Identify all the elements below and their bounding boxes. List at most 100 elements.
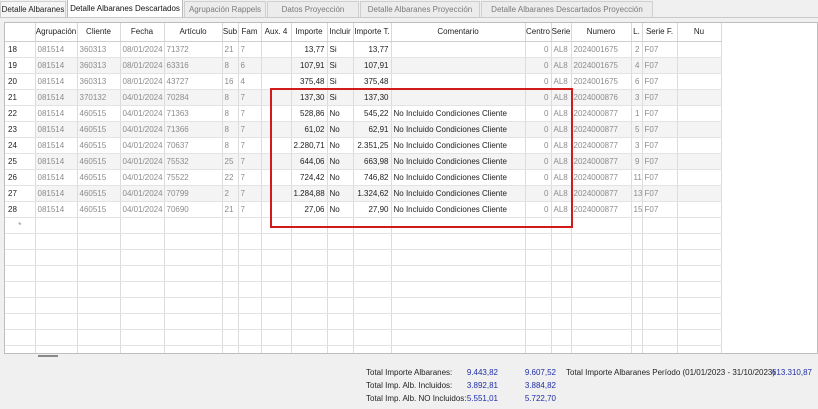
cell-art[interactable]: 70637: [164, 137, 223, 154]
table-row[interactable]: 23 081514 460515 04/01/2024 71366 8 7 61,02 No 62…: [5, 121, 722, 138]
column-header-10[interactable]: Importe T.: [353, 23, 392, 42]
cell-impt[interactable]: 545,22: [353, 105, 392, 122]
cell-com[interactable]: No Incluido Condiciones Cliente: [391, 185, 526, 202]
cell-sub[interactable]: 25: [222, 153, 239, 170]
table-row[interactable]: 21 081514 370132 04/01/2024 70284 8 7 137,30 Si 1…: [5, 89, 722, 106]
cell-impt[interactable]: 663,98: [353, 153, 392, 170]
table-row[interactable]: 24 081514 460515 04/01/2024 70637 8 7 2.280,71 N…: [5, 137, 722, 154]
cell-sub[interactable]: 8: [222, 137, 239, 154]
column-header-13[interactable]: Serie: [551, 23, 572, 42]
cell-fam[interactable]: 7: [238, 137, 262, 154]
cell-aux[interactable]: [261, 105, 292, 122]
cell-com[interactable]: [391, 41, 526, 58]
cell-sub[interactable]: 8: [222, 57, 239, 74]
cell-art[interactable]: 70690: [164, 201, 223, 218]
cell-inc[interactable]: No: [327, 169, 354, 186]
tab-5[interactable]: Detalle Albaranes Descartados Proyección: [481, 1, 653, 17]
cell-art[interactable]: 70799: [164, 185, 223, 202]
cell-serie[interactable]: AL8: [551, 41, 572, 58]
cell-imp[interactable]: 137,30: [291, 89, 328, 106]
cell-inc[interactable]: No: [327, 201, 354, 218]
data-grid[interactable]: Agrupación Cliente Fecha Artículo Sub Fam Aux.…: [4, 22, 818, 354]
empty-cell[interactable]: [631, 217, 643, 234]
cell-imp[interactable]: 1.284,88: [291, 185, 328, 202]
cell-centro[interactable]: 0: [525, 105, 552, 122]
cell-imp[interactable]: 2.280,71: [291, 137, 328, 154]
cell-serief[interactable]: F07: [642, 89, 678, 106]
cell-fecha[interactable]: 04/01/2024: [120, 185, 165, 202]
empty-cell[interactable]: [238, 217, 262, 234]
cell-impt[interactable]: 746,82: [353, 169, 392, 186]
cell-aux[interactable]: [261, 201, 292, 218]
cell-agr[interactable]: 081514: [35, 57, 78, 74]
cell-aux[interactable]: [261, 169, 292, 186]
cell-serie[interactable]: AL8: [551, 89, 572, 106]
cell-centro[interactable]: 0: [525, 153, 552, 170]
cell-sub[interactable]: 21: [222, 201, 239, 218]
cell-numero[interactable]: 2024000877: [571, 153, 632, 170]
empty-cell[interactable]: [571, 217, 632, 234]
cell-nu[interactable]: [677, 73, 722, 90]
column-header-3[interactable]: Fecha: [120, 23, 165, 42]
cell-agr[interactable]: 081514: [35, 169, 78, 186]
cell-com[interactable]: [391, 57, 526, 74]
cell-imp[interactable]: 13,77: [291, 41, 328, 58]
cell-numero[interactable]: 2024000877: [571, 185, 632, 202]
cell-com[interactable]: No Incluido Condiciones Cliente: [391, 137, 526, 154]
cell-serie[interactable]: AL8: [551, 73, 572, 90]
cell-l[interactable]: 1: [631, 105, 643, 122]
cell-cli[interactable]: 460515: [77, 201, 121, 218]
cell-imp[interactable]: 61,02: [291, 121, 328, 138]
cell-inc[interactable]: Si: [327, 57, 354, 74]
cell-fam[interactable]: 7: [238, 105, 262, 122]
cell-fecha[interactable]: 08/01/2024: [120, 57, 165, 74]
column-header-17[interactable]: Nu: [677, 23, 722, 42]
cell-serie[interactable]: AL8: [551, 105, 572, 122]
cell-impt[interactable]: 375,48: [353, 73, 392, 90]
cell-numero[interactable]: 2024000876: [571, 89, 632, 106]
cell-impt[interactable]: 107,91: [353, 57, 392, 74]
cell-aux[interactable]: [261, 185, 292, 202]
cell-rn[interactable]: 18: [5, 41, 36, 58]
cell-rn[interactable]: 20: [5, 73, 36, 90]
cell-aux[interactable]: [261, 153, 292, 170]
cell-com[interactable]: No Incluido Condiciones Cliente: [391, 121, 526, 138]
cell-numero[interactable]: 2024000877: [571, 105, 632, 122]
cell-impt[interactable]: 27,90: [353, 201, 392, 218]
cell-com[interactable]: [391, 89, 526, 106]
cell-fecha[interactable]: 04/01/2024: [120, 153, 165, 170]
cell-agr[interactable]: 081514: [35, 137, 78, 154]
cell-nu[interactable]: [677, 89, 722, 106]
cell-fecha[interactable]: 04/01/2024: [120, 169, 165, 186]
cell-inc[interactable]: No: [327, 105, 354, 122]
cell-impt[interactable]: 62,91: [353, 121, 392, 138]
cell-fecha[interactable]: 04/01/2024: [120, 89, 165, 106]
cell-sub[interactable]: 2: [222, 185, 239, 202]
cell-imp[interactable]: 644,06: [291, 153, 328, 170]
cell-serief[interactable]: F07: [642, 57, 678, 74]
cell-cli[interactable]: 460515: [77, 185, 121, 202]
cell-art[interactable]: 75522: [164, 169, 223, 186]
cell-sub[interactable]: 21: [222, 41, 239, 58]
cell-cli[interactable]: 360313: [77, 41, 121, 58]
cell-fam[interactable]: 7: [238, 201, 262, 218]
horizontal-scroll-thumb[interactable]: [38, 355, 58, 357]
empty-cell[interactable]: [35, 217, 78, 234]
column-header-7[interactable]: Aux. 4: [261, 23, 292, 42]
cell-com[interactable]: No Incluido Condiciones Cliente: [391, 169, 526, 186]
cell-centro[interactable]: 0: [525, 201, 552, 218]
cell-fam[interactable]: 6: [238, 57, 262, 74]
tab-2[interactable]: Agrupación Rappels: [184, 1, 266, 17]
cell-rn[interactable]: 22: [5, 105, 36, 122]
column-header-0[interactable]: [5, 23, 36, 42]
cell-serief[interactable]: F07: [642, 153, 678, 170]
column-header-15[interactable]: L.: [631, 23, 643, 42]
column-header-8[interactable]: Importe: [291, 23, 328, 42]
cell-cli[interactable]: 360313: [77, 73, 121, 90]
cell-sub[interactable]: 16: [222, 73, 239, 90]
cell-com[interactable]: No Incluido Condiciones Cliente: [391, 105, 526, 122]
cell-serie[interactable]: AL8: [551, 121, 572, 138]
cell-art[interactable]: 71363: [164, 105, 223, 122]
cell-rn[interactable]: 25: [5, 153, 36, 170]
empty-cell[interactable]: [677, 217, 722, 234]
